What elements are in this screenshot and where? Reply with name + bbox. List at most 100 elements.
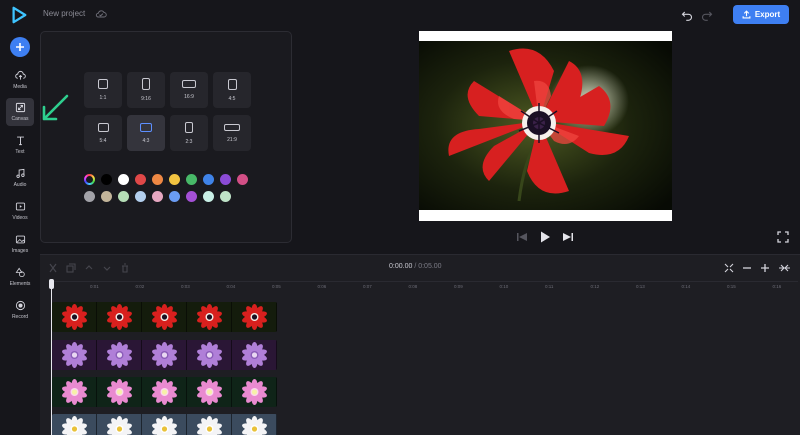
color-swatch[interactable] (203, 191, 214, 202)
color-swatch[interactable] (169, 191, 180, 202)
ratio-shape-icon (97, 122, 109, 132)
skip-forward-icon[interactable] (562, 231, 574, 243)
color-swatch[interactable] (118, 174, 129, 185)
clip-thumbnail (232, 302, 277, 332)
sidebar-item-images[interactable]: Images (6, 230, 34, 258)
move-up-icon[interactable] (84, 263, 94, 273)
video-track-1[interactable] (52, 302, 277, 332)
sidebar-item-canvas[interactable]: Canvas (6, 98, 34, 126)
ratio-option-selected[interactable]: 4:3 (127, 115, 165, 151)
color-swatch[interactable] (186, 191, 197, 202)
zoom-out-icon[interactable] (742, 263, 752, 273)
ratio-label: 16:9 (184, 94, 194, 100)
color-swatch[interactable] (135, 191, 146, 202)
clip-thumbnail (97, 414, 142, 435)
clip-thumbnail (97, 377, 142, 407)
duplicate-icon[interactable] (66, 263, 76, 273)
color-swatch[interactable] (169, 174, 180, 185)
project-name[interactable]: New project (43, 9, 85, 18)
clip-thumbnail (142, 340, 187, 370)
sidebar-item-record[interactable]: Record (6, 296, 34, 324)
ratio-shape-icon (224, 123, 240, 131)
color-picker-swatch[interactable] (84, 174, 95, 185)
upload-icon (742, 10, 751, 19)
ruler-tick-label: 0:16 (772, 284, 782, 289)
ruler-tick-label: 0:07 (363, 284, 372, 289)
ruler-tick-label: 0:06 (317, 284, 327, 289)
music-note-icon (15, 168, 25, 178)
redo-icon[interactable] (701, 9, 713, 21)
color-swatch[interactable] (220, 174, 231, 185)
color-swatch[interactable] (118, 191, 129, 202)
ratio-option[interactable]: 21:9 (213, 115, 251, 151)
image-icon (15, 235, 25, 244)
ruler-tick-label: 0:05 (272, 284, 281, 289)
total-time: 0:05.00 (418, 263, 442, 270)
sidebar-item-media[interactable]: Media (6, 66, 34, 94)
export-button[interactable]: Export (733, 5, 789, 24)
play-icon[interactable] (538, 230, 552, 244)
sidebar-item-videos[interactable]: Videos (6, 197, 34, 225)
clip-thumbnail (187, 302, 232, 332)
color-swatch[interactable] (135, 174, 146, 185)
ratio-option[interactable]: 16:9 (170, 72, 208, 108)
ratio-label: 9:16 (141, 96, 151, 102)
ruler-tick-label: 0:14 (681, 284, 691, 289)
video-preview[interactable] (419, 31, 672, 221)
move-down-icon[interactable] (102, 263, 112, 273)
sidebar-item-label: Record (11, 314, 29, 320)
sidebar-item-label: Images (11, 248, 29, 254)
color-swatch[interactable] (101, 191, 112, 202)
ratio-option[interactable]: 2:3 (170, 115, 208, 151)
video-track-4[interactable] (52, 414, 277, 435)
ratio-label: 2:3 (185, 138, 193, 145)
sidebar-item-label: Text (15, 149, 25, 155)
clip-thumbnail (52, 377, 97, 407)
color-swatch[interactable] (220, 191, 231, 202)
skip-back-icon[interactable] (516, 231, 528, 243)
color-swatch[interactable] (152, 174, 163, 185)
ruler-tick-label: 0:03 (181, 284, 190, 289)
timeline: 0:00.00 / 0:05.00 0:01 0:02 0:03 0:04 0:… (40, 254, 800, 435)
video-track-2[interactable] (52, 340, 277, 370)
color-swatch[interactable] (237, 174, 248, 185)
expand-timeline-icon[interactable] (778, 263, 791, 273)
fit-to-screen-icon[interactable] (724, 263, 734, 273)
ratio-option[interactable]: 9:16 (127, 72, 165, 108)
clip-thumbnail (232, 414, 277, 435)
ratio-option[interactable]: 1:1 (84, 72, 122, 108)
ratio-option[interactable]: 4:5 (213, 72, 251, 108)
clip-thumbnail (52, 302, 97, 332)
color-swatch[interactable] (203, 174, 214, 185)
color-swatch[interactable] (84, 191, 95, 202)
ratio-option[interactable]: 5:4 (84, 115, 122, 151)
clip-thumbnail (142, 414, 187, 435)
fullscreen-icon[interactable] (777, 231, 789, 243)
playhead-handle[interactable] (49, 279, 54, 289)
color-swatch[interactable] (152, 191, 163, 202)
clip-thumbnail (97, 302, 142, 332)
clip-thumbnail (187, 414, 232, 435)
undo-icon[interactable] (681, 9, 693, 21)
cloud-upload-icon (14, 70, 26, 80)
app-logo-icon[interactable] (10, 6, 28, 24)
ruler-line (52, 281, 798, 282)
color-swatch[interactable] (186, 174, 197, 185)
sidebar-item-audio[interactable]: Audio (6, 164, 34, 192)
canvas-settings-panel: 1:1 9:16 16:9 4:5 5:4 4:3 2:3 21:9 (40, 31, 292, 243)
delete-icon[interactable] (120, 263, 130, 273)
resize-icon (15, 102, 25, 113)
plus-icon (16, 43, 24, 51)
sidebar-item-text[interactable]: Text (6, 131, 34, 159)
clip-thumbnail (232, 377, 277, 407)
split-icon[interactable] (48, 263, 58, 273)
video-icon (15, 202, 25, 211)
clip-thumbnail (232, 340, 277, 370)
add-button[interactable] (10, 37, 30, 57)
playhead[interactable] (51, 281, 52, 435)
color-swatch[interactable] (101, 174, 112, 185)
zoom-in-icon[interactable] (760, 263, 770, 273)
annotation-arrow-icon (42, 94, 69, 121)
video-track-3[interactable] (52, 377, 277, 407)
sidebar-item-elements[interactable]: Elements (6, 263, 34, 291)
